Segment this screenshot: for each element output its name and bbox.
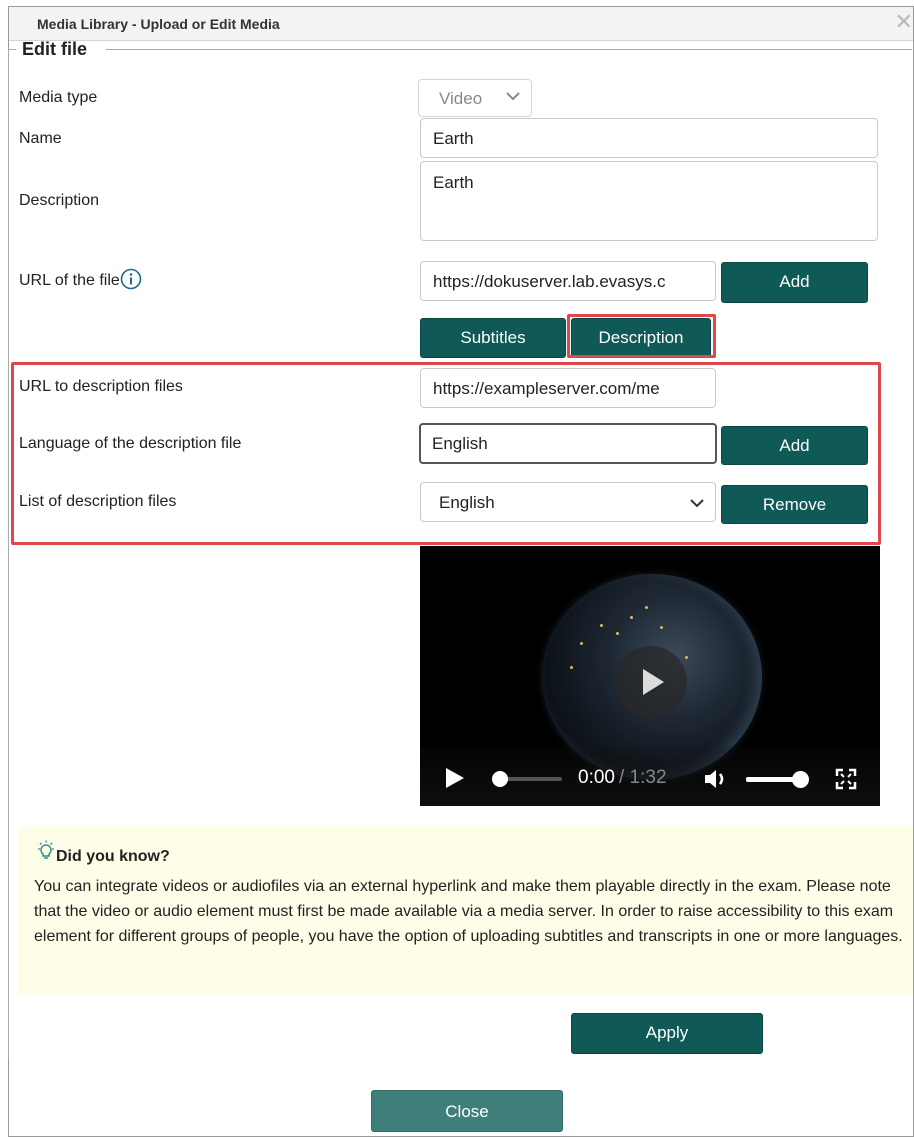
city-light: [660, 626, 663, 629]
city-light: [616, 632, 619, 635]
url-desc-value: https://exampleserver.com/me: [433, 379, 660, 398]
city-light: [645, 606, 648, 609]
list-desc-select[interactable]: English: [420, 482, 716, 522]
city-light: [630, 616, 633, 619]
name-input[interactable]: Earth: [420, 118, 878, 158]
add-url-button-label: Add: [779, 272, 810, 291]
info-icon[interactable]: [120, 268, 142, 290]
url-file-value: https://dokuserver.lab.evasys.c: [433, 272, 666, 291]
close-button[interactable]: Close: [371, 1090, 563, 1132]
url-file-input[interactable]: https://dokuserver.lab.evasys.c: [420, 261, 716, 301]
description-label: Description: [19, 192, 100, 209]
video-controls: 0:00 / 1:32: [420, 746, 880, 806]
media-type-label: Media type: [19, 89, 98, 106]
video-player[interactable]: 0:00 / 1:32: [420, 546, 880, 806]
fullscreen-icon[interactable]: [834, 767, 858, 791]
chevron-down-icon: [690, 499, 704, 508]
name-label: Name: [19, 130, 62, 147]
highlight-description-tab: [567, 314, 716, 358]
seek-handle[interactable]: [492, 771, 508, 787]
big-play-button[interactable]: [615, 646, 687, 718]
lightbulb-icon: [38, 840, 54, 859]
add-language-button-label: Add: [779, 436, 810, 455]
city-light: [570, 666, 573, 669]
lang-desc-value: English: [432, 434, 488, 453]
url-desc-input[interactable]: https://exampleserver.com/me: [420, 368, 716, 408]
media-type-select[interactable]: Video: [418, 79, 532, 117]
close-icon[interactable]: ✕: [895, 11, 913, 33]
play-icon: [643, 669, 664, 695]
duration: / 1:32: [619, 767, 667, 788]
url-file-label: URL of the file: [19, 268, 142, 290]
close-button-label: Close: [445, 1102, 489, 1121]
tip-text: You can integrate videos or audiofiles v…: [34, 878, 903, 945]
name-value: Earth: [433, 129, 474, 148]
url-file-label-text: URL of the file: [19, 272, 120, 290]
volume-icon[interactable]: [703, 767, 733, 791]
play-icon[interactable]: [446, 768, 464, 788]
tip-box: Did you know? You can integrate videos o…: [18, 826, 913, 994]
tip-heading: Did you know?: [56, 848, 170, 865]
title-bar: Media Library - Upload or Edit Media ✕: [9, 7, 913, 41]
list-desc-label: List of description files: [19, 493, 177, 510]
list-desc-value: English: [439, 493, 495, 512]
tab-subtitles-label: Subtitles: [460, 328, 526, 347]
lang-desc-input[interactable]: English: [419, 423, 717, 464]
lang-desc-label: Language of the description file: [19, 435, 242, 452]
apply-button[interactable]: Apply: [571, 1013, 763, 1054]
add-url-button[interactable]: Add: [721, 262, 868, 303]
remove-button-label: Remove: [762, 495, 827, 514]
remove-button[interactable]: Remove: [721, 485, 868, 524]
media-type-value: Video: [439, 89, 483, 108]
apply-button-label: Apply: [645, 1023, 689, 1042]
url-desc-label: URL to description files: [19, 378, 183, 395]
section-legend: Edit file: [22, 39, 88, 59]
city-light: [580, 642, 583, 645]
fieldset-border: [8, 49, 9, 1059]
window-title: Media Library - Upload or Edit Media: [37, 16, 280, 32]
tab-subtitles[interactable]: Subtitles: [420, 318, 566, 358]
chevron-down-icon: [506, 92, 520, 101]
fieldset-border: [8, 49, 16, 50]
description-textarea[interactable]: Earth: [420, 161, 878, 241]
fieldset-border: [106, 49, 912, 50]
city-light: [685, 656, 688, 659]
city-light: [600, 624, 603, 627]
add-language-button[interactable]: Add: [721, 426, 868, 465]
volume-handle[interactable]: [792, 771, 809, 788]
current-time: 0:00: [578, 767, 615, 788]
description-value: Earth: [433, 173, 474, 192]
